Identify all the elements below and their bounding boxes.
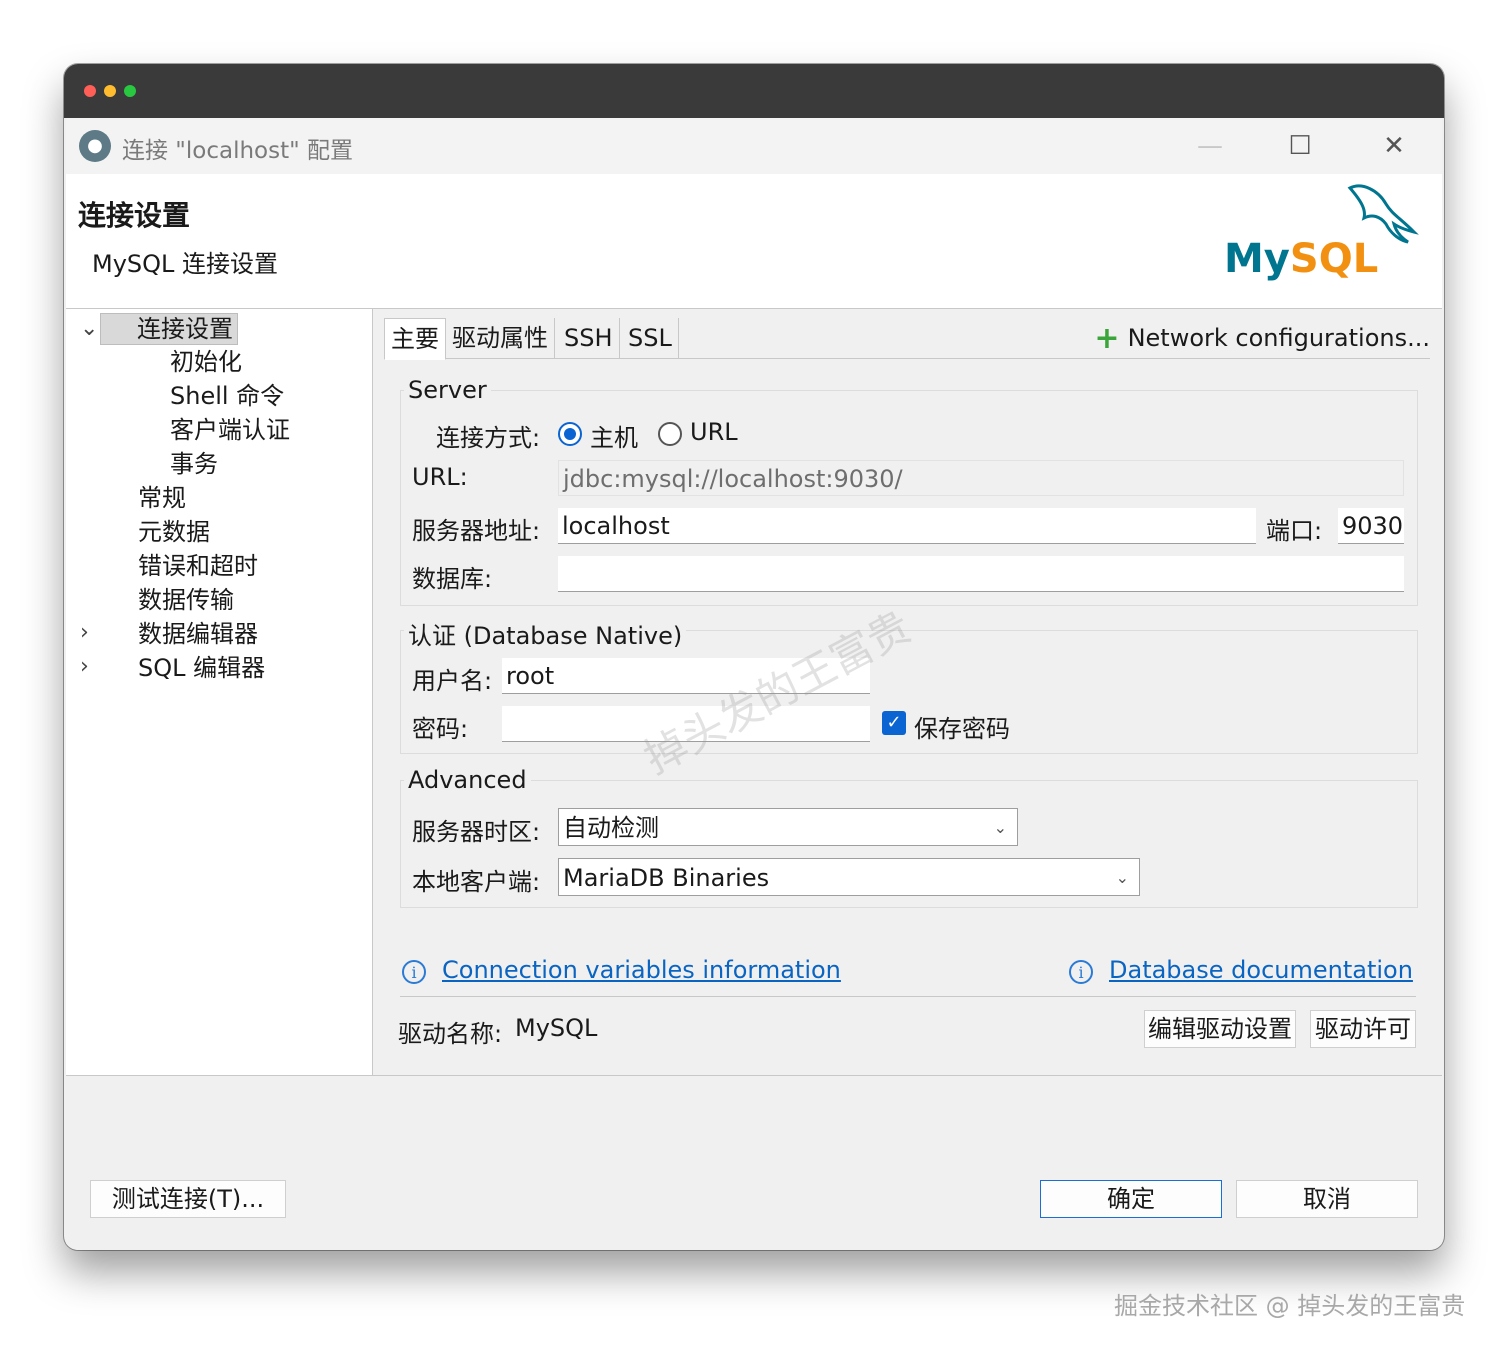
url-field[interactable]: jdbc:mysql://localhost:9030/ (558, 460, 1404, 496)
database-label: 数据库: (412, 565, 493, 593)
tab-bar: 主要 驱动属性 SSH SSL + Network configurations.… (384, 318, 1430, 360)
minimize-icon[interactable]: — (1190, 126, 1230, 166)
chevron-down-icon: ⌄ (1115, 868, 1129, 887)
driver-license-button[interactable]: 驱动许可 (1310, 1010, 1416, 1048)
tree-item-general[interactable]: 常规 (138, 483, 186, 513)
database-field[interactable] (558, 556, 1404, 592)
mac-title-bar (64, 64, 1444, 118)
dialog-footer: 测试连接(T)... 确定 取消 (66, 1075, 1442, 1250)
tab-main[interactable]: 主要 (384, 318, 446, 360)
dbeaver-app-icon: ● (79, 130, 111, 162)
radio-host-label[interactable]: 主机 (590, 418, 638, 453)
maximize-traffic-light[interactable] (124, 85, 136, 97)
window-titlebar: ● 连接 "localhost" 配置 — ☐ ✕ (66, 118, 1442, 174)
tab-ssh[interactable]: SSH (558, 318, 620, 358)
plus-icon: + (1094, 321, 1120, 356)
logo-my: My (1224, 236, 1290, 282)
connect-by-label: 连接方式: (436, 424, 541, 452)
port-label: 端口: (1266, 517, 1323, 545)
tree-item-transactions[interactable]: 事务 (170, 449, 218, 479)
credit-text: 掘金技术社区 @ 掉头发的王富贵 (1114, 1292, 1466, 1320)
maximize-icon[interactable]: ☐ (1280, 126, 1320, 166)
tree-item-errors-timeouts[interactable]: 错误和超时 (138, 551, 258, 581)
tab-driver-properties[interactable]: 驱动属性 (446, 318, 555, 358)
url-label: URL: (412, 463, 468, 491)
timezone-label: 服务器时区: (412, 818, 541, 846)
close-traffic-light[interactable] (84, 85, 96, 97)
close-icon[interactable]: ✕ (1374, 126, 1414, 166)
chevron-right-icon[interactable]: › (80, 622, 96, 644)
cancel-button[interactable]: 取消 (1236, 1180, 1418, 1218)
driver-name-value: MySQL (515, 1014, 598, 1042)
tab-ssl[interactable]: SSL (622, 318, 679, 358)
tree-item-data-editor[interactable]: 数据编辑器 (138, 619, 258, 649)
logo-sql: SQL (1289, 236, 1379, 282)
dialog-header: 连接设置 MySQL 连接设置 MySQL (66, 174, 1442, 309)
chevron-down-icon[interactable]: ⌄ (80, 318, 98, 340)
tree-item-shell-commands[interactable]: Shell 命令 (170, 381, 284, 411)
mysql-logo: MySQL (1224, 236, 1424, 298)
save-password-checkbox[interactable]: ✓ (882, 711, 906, 735)
network-config-button[interactable]: + Network configurations... (1094, 318, 1430, 358)
database-documentation-link[interactable]: Database documentation (1109, 956, 1413, 984)
tree-item-data-transfer[interactable]: 数据传输 (138, 585, 234, 615)
local-client-value: MariaDB Binaries (563, 864, 770, 892)
timezone-select[interactable]: 自动检测 ⌄ (558, 808, 1018, 846)
local-client-select[interactable]: MariaDB Binaries ⌄ (558, 858, 1140, 896)
advanced-group-label: Advanced (404, 766, 531, 794)
password-label: 密码: (412, 715, 469, 743)
page-subtitle: MySQL 连接设置 (92, 250, 279, 278)
local-client-label: 本地客户端: (412, 868, 541, 896)
test-connection-button[interactable]: 测试连接(T)... (90, 1180, 286, 1218)
tree-item-init[interactable]: 初始化 (170, 347, 242, 377)
driver-name-label: 驱动名称: (398, 1020, 503, 1048)
host-field[interactable]: localhost (558, 508, 1256, 544)
connection-variables-link[interactable]: Connection variables information (442, 956, 841, 984)
chevron-down-icon: ⌄ (993, 818, 1007, 837)
save-password-label[interactable]: 保存密码 (914, 709, 1010, 744)
tree-item-client-auth[interactable]: 客户端认证 (170, 415, 290, 445)
edit-driver-settings-button[interactable]: 编辑驱动设置 (1144, 1010, 1296, 1048)
page-title: 连接设置 (78, 199, 191, 232)
timezone-value: 自动检测 (563, 814, 659, 842)
info-icon: i (402, 960, 426, 984)
ok-button[interactable]: 确定 (1040, 1180, 1222, 1218)
minimize-traffic-light[interactable] (104, 85, 116, 97)
network-config-label: Network configurations... (1127, 324, 1430, 352)
tree-item-metadata[interactable]: 元数据 (138, 517, 210, 547)
auth-group-label: 认证 (Database Native) (404, 616, 687, 651)
divider (400, 996, 1416, 997)
radio-url[interactable] (658, 422, 682, 446)
window-title: 连接 "localhost" 配置 (122, 138, 354, 164)
chevron-right-icon[interactable]: › (80, 656, 96, 678)
info-icon: i (1069, 960, 1093, 984)
tree-item-sql-editor[interactable]: SQL 编辑器 (138, 653, 265, 683)
username-label: 用户名: (412, 667, 493, 695)
connection-config-window: ● 连接 "localhost" 配置 — ☐ ✕ 连接设置 MySQL 连接设… (64, 64, 1444, 1250)
radio-host[interactable] (558, 422, 582, 446)
server-group-label: Server (404, 376, 491, 404)
tree-item-connection-settings[interactable]: 连接设置 (100, 313, 238, 345)
host-label: 服务器地址: (412, 517, 541, 545)
settings-tree: ⌄ 连接设置 初始化 Shell 命令 客户端认证 事务 常规 元数据 错误和超… (66, 309, 373, 1075)
port-field[interactable]: 9030 (1338, 508, 1404, 544)
radio-url-label[interactable]: URL (690, 418, 738, 446)
